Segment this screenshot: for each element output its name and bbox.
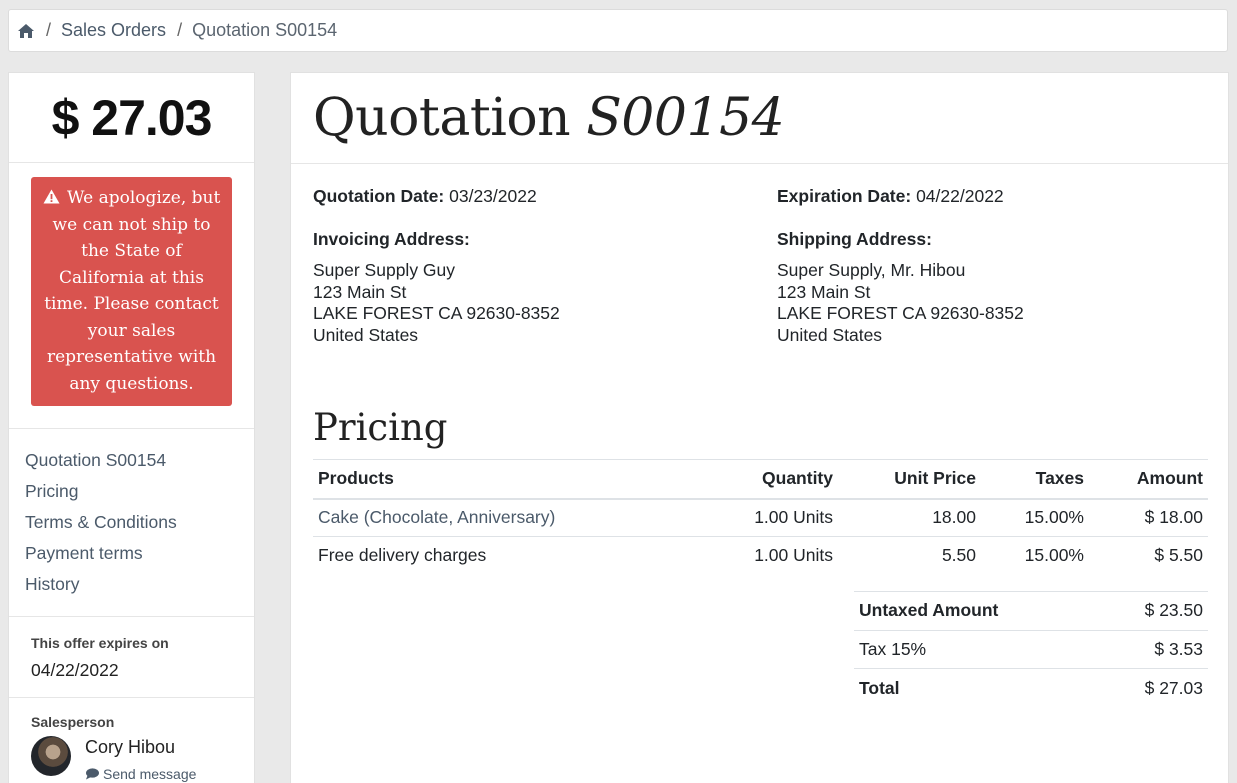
line-quantity: 1.00 Units [688,498,838,537]
alert-text: We apologize, but we can not ship to the… [44,188,221,394]
comment-icon [86,768,99,780]
nav-history[interactable]: History [25,569,254,600]
avatar [31,736,71,776]
nav-terms-conditions[interactable]: Terms & Conditions [25,507,254,538]
table-header-row: Products Quantity Unit Price Taxes Amoun… [313,459,1208,500]
totals-table: Untaxed Amount $ 23.50 Tax 15% $ 3.53 To… [854,591,1208,707]
nav-quotation[interactable]: Quotation S00154 [25,445,254,476]
totals-row: Tax 15% $ 3.53 [854,629,1208,669]
breadcrumb-separator: / [46,20,52,40]
totals-label: Tax 15% [854,629,1097,669]
invoicing-address-label: Invoicing Address: [313,229,470,249]
salesperson-name: Cory Hibou [85,737,176,757]
pricing-heading: Pricing [313,406,448,449]
column-header: Taxes [981,459,1089,500]
expires-label: This offer expires on [31,635,169,651]
shipping-address: Super Supply, Mr. Hibou 123 Main St LAKE… [777,260,1024,345]
send-message-label: Send message [103,766,197,782]
salesperson-label: Salesperson [31,714,115,730]
column-header: Quantity [688,459,838,500]
invoicing-address: Super Supply Guy 123 Main St LAKE FOREST… [313,260,560,345]
quotation-date: Quotation Date: 03/23/2022 [313,186,537,206]
line-unit-price: 5.50 [941,545,976,566]
column-header: Amount [1089,459,1208,500]
line-amount: $ 18.00 [1089,498,1208,537]
totals-label: Total [854,668,1097,707]
table-row: Free delivery charges 1.00 Units 5.50 15… [313,537,1208,575]
breadcrumb-sales-orders[interactable]: Sales Orders [61,20,166,41]
totals-row: Untaxed Amount $ 23.50 [854,591,1208,630]
order-lines-table: Products Quantity Unit Price Taxes Amoun… [313,459,1208,575]
line-amount: $ 5.50 [1154,545,1203,566]
totals-value: $ 27.03 [1096,668,1208,707]
nav-payment-terms[interactable]: Payment terms [25,538,254,569]
totals-row: Total $ 27.03 [854,668,1208,707]
totals-value: $ 3.53 [1096,629,1208,669]
send-message-link[interactable]: Send message [85,766,196,782]
line-taxes: 15.00% [1024,545,1084,566]
sidebar: $ 27.03 We apologize, but we can not shi… [8,72,255,783]
column-header: Products [313,459,688,500]
totals-label: Untaxed Amount [854,591,1097,630]
sidebar-nav: Quotation S00154 Pricing Terms & Conditi… [9,429,254,617]
expiration-date: Expiration Date: 04/22/2022 [777,186,1004,206]
totals-value: $ 23.50 [1096,591,1208,630]
shipping-address-label: Shipping Address: [777,229,932,249]
table-row: Cake (Chocolate, Anniversary) 1.00 Units… [313,498,1208,537]
warning-triangle-icon [43,189,60,204]
home-icon[interactable] [17,23,35,39]
shipping-alert: We apologize, but we can not ship to the… [31,177,232,406]
line-product: Free delivery charges [318,545,487,566]
breadcrumb-separator: / [177,20,183,40]
column-header: Unit Price [838,459,981,500]
page-title: Quotation S00154 [313,88,785,148]
expires-date: 04/22/2022 [31,660,119,680]
total-amount: $ 27.03 [9,73,254,163]
breadcrumb: / Sales Orders / Quotation S00154 [8,9,1228,52]
line-unit-price: 18.00 [838,498,981,537]
nav-pricing[interactable]: Pricing [25,476,254,507]
line-taxes: 15.00% [981,498,1089,537]
product-link[interactable]: Cake (Chocolate, Anniversary) [318,507,555,527]
line-quantity: 1.00 Units [754,545,833,566]
quotation-card: Quotation S00154 Quotation Date: 03/23/2… [290,72,1229,783]
breadcrumb-current: Quotation S00154 [192,20,338,40]
